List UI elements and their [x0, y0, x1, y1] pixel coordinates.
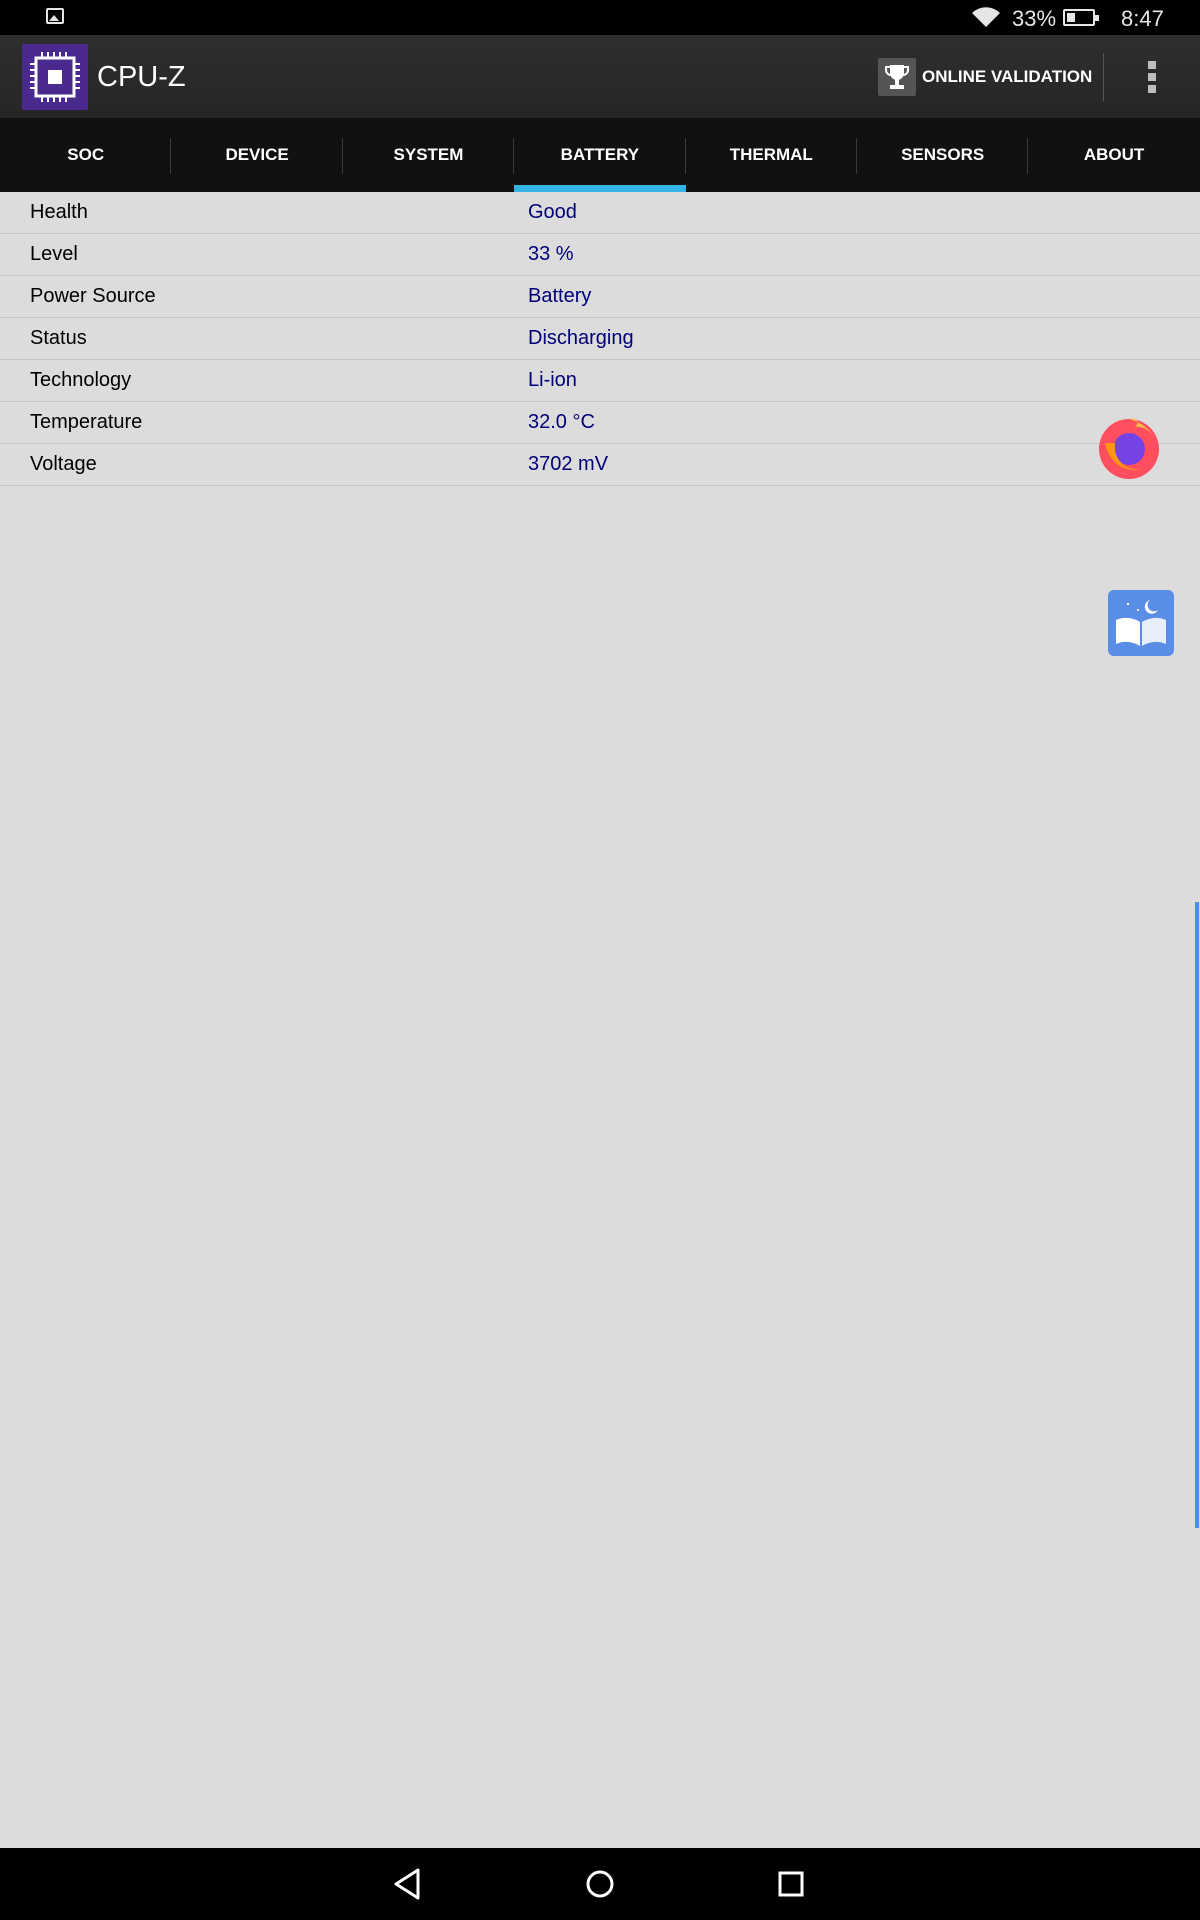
info-row-temperature: Temperature 32.0 °C	[0, 402, 1200, 444]
info-row-technology: Technology Li-ion	[0, 360, 1200, 402]
tab-about[interactable]: ABOUT	[1028, 118, 1199, 192]
tab-label: SYSTEM	[393, 145, 464, 164]
info-label: Power Source	[30, 285, 156, 307]
home-icon[interactable]	[582, 1866, 618, 1902]
back-icon[interactable]	[390, 1866, 426, 1902]
battery-icon	[1063, 9, 1099, 26]
firefox-icon[interactable]	[1095, 413, 1163, 481]
tab-label: ABOUT	[1083, 145, 1145, 164]
tab-system[interactable]: SYSTEM	[343, 118, 515, 192]
info-value: 3702 mV	[528, 453, 609, 475]
reader-book-icon[interactable]	[1108, 590, 1174, 656]
scroll-indicator[interactable]	[1195, 902, 1199, 1528]
info-value: Battery	[528, 285, 592, 307]
tab-label: DEVICE	[225, 145, 289, 164]
tab-sensors[interactable]: SENSORS	[857, 118, 1029, 192]
overflow-menu-icon[interactable]	[1140, 61, 1164, 97]
tab-label: BATTERY	[560, 145, 640, 164]
battery-fill	[1067, 13, 1075, 22]
info-label: Level	[30, 243, 78, 265]
info-value: Good	[528, 201, 577, 223]
tab-thermal[interactable]: THERMAL	[686, 118, 857, 192]
status-bar: 33% 8:47	[0, 0, 1200, 35]
cpu-z-logo-icon	[22, 44, 88, 110]
image-notification-icon	[46, 8, 64, 24]
info-value: 32.0 °C	[528, 411, 595, 433]
battery-percent: 33%	[1012, 6, 1057, 31]
info-label: Status	[30, 327, 87, 349]
online-validation-label: ONLINE VALIDATION	[922, 67, 1093, 86]
info-label: Technology	[30, 369, 132, 391]
clock: 8:47	[1121, 6, 1164, 31]
tab-battery[interactable]: BATTERY	[514, 118, 686, 192]
tab-label: SOC	[67, 145, 105, 164]
recents-icon[interactable]	[773, 1866, 809, 1902]
tab-soc[interactable]: SOC	[0, 118, 172, 192]
info-row-level: Level 33 %	[0, 234, 1200, 276]
battery-info-list: Health Good Level 33 % Power Source Batt…	[0, 192, 1200, 486]
info-row-status: Status Discharging	[0, 318, 1200, 360]
tab-label: THERMAL	[729, 145, 813, 164]
trophy-icon	[878, 58, 916, 96]
tab-device[interactable]: DEVICE	[171, 118, 343, 192]
app-bar-divider	[1103, 53, 1104, 101]
info-row-power-source: Power Source Battery	[0, 276, 1200, 318]
wifi-icon	[972, 7, 1000, 28]
info-value: 33 %	[528, 243, 574, 265]
info-row-health: Health Good	[0, 192, 1200, 234]
info-label: Voltage	[30, 453, 97, 475]
info-label: Temperature	[30, 411, 143, 433]
info-row-voltage: Voltage 3702 mV	[0, 444, 1200, 486]
app-bar: CPU-Z ONLINE VALIDATION	[0, 35, 1200, 118]
info-value: Discharging	[528, 327, 634, 349]
online-validation-button[interactable]: ONLINE VALIDATION	[878, 57, 1092, 97]
tab-bar: SOC DEVICE SYSTEM BATTERY THERMAL SENSOR…	[0, 118, 1200, 192]
info-value: Li-ion	[528, 369, 577, 391]
info-label: Health	[30, 201, 88, 223]
tab-label: SENSORS	[901, 145, 985, 164]
navigation-bar	[0, 1848, 1200, 1920]
app-title: CPU-Z	[97, 61, 186, 93]
